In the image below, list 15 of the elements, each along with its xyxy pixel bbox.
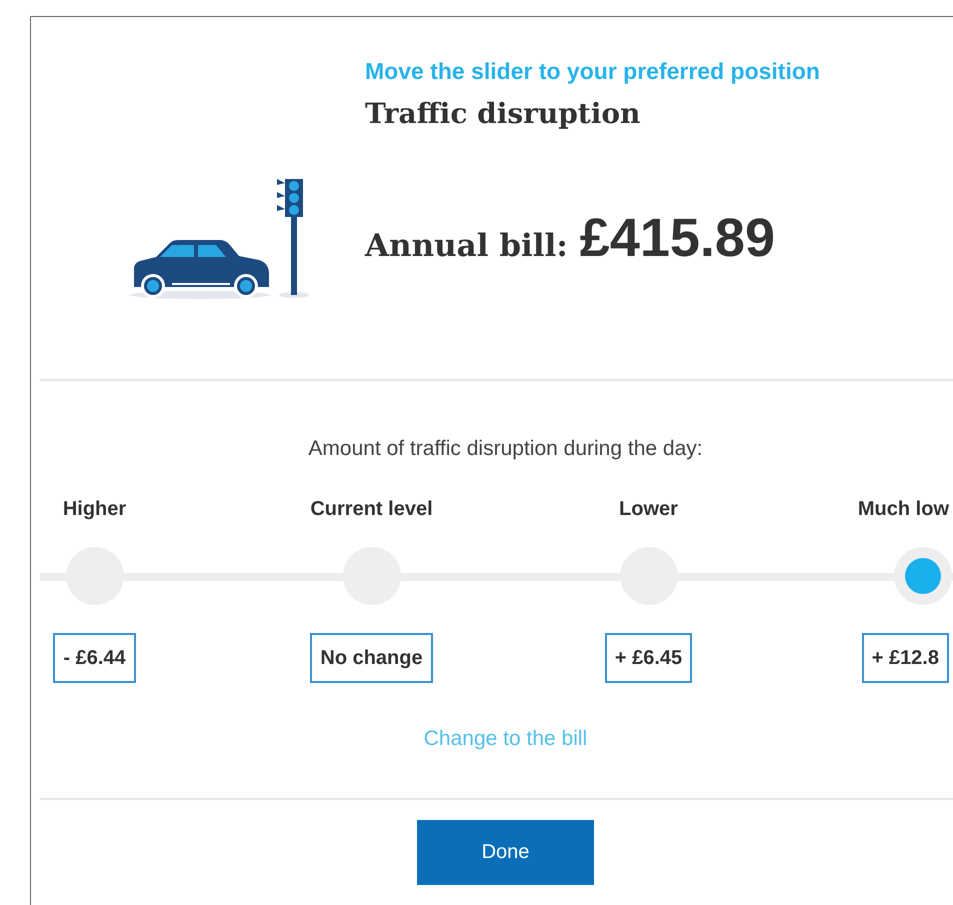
option-label: Current level <box>310 497 433 521</box>
page-title: Traffic disruption <box>365 97 642 131</box>
annual-bill-label: Annual bill: <box>365 228 568 264</box>
bill-change-value: No change <box>310 633 433 683</box>
change-caption: Change to the bill <box>422 726 588 752</box>
done-button[interactable]: Done <box>417 820 594 885</box>
annual-bill-amount: £415.89 <box>580 206 775 268</box>
option-label: Higher <box>62 497 126 521</box>
instruction-text: Move the slider to your preferred position <box>365 57 821 85</box>
bill-change-value: + £6.45 <box>604 633 692 683</box>
slider-prompt: Amount of traffic disruption during the day: <box>307 436 704 462</box>
bill-change-value: - £6.44 <box>53 633 136 683</box>
bill-change-value: + £12.8 <box>862 633 949 683</box>
option-label: Lower <box>619 497 678 521</box>
option-label: Much low <box>858 497 949 521</box>
